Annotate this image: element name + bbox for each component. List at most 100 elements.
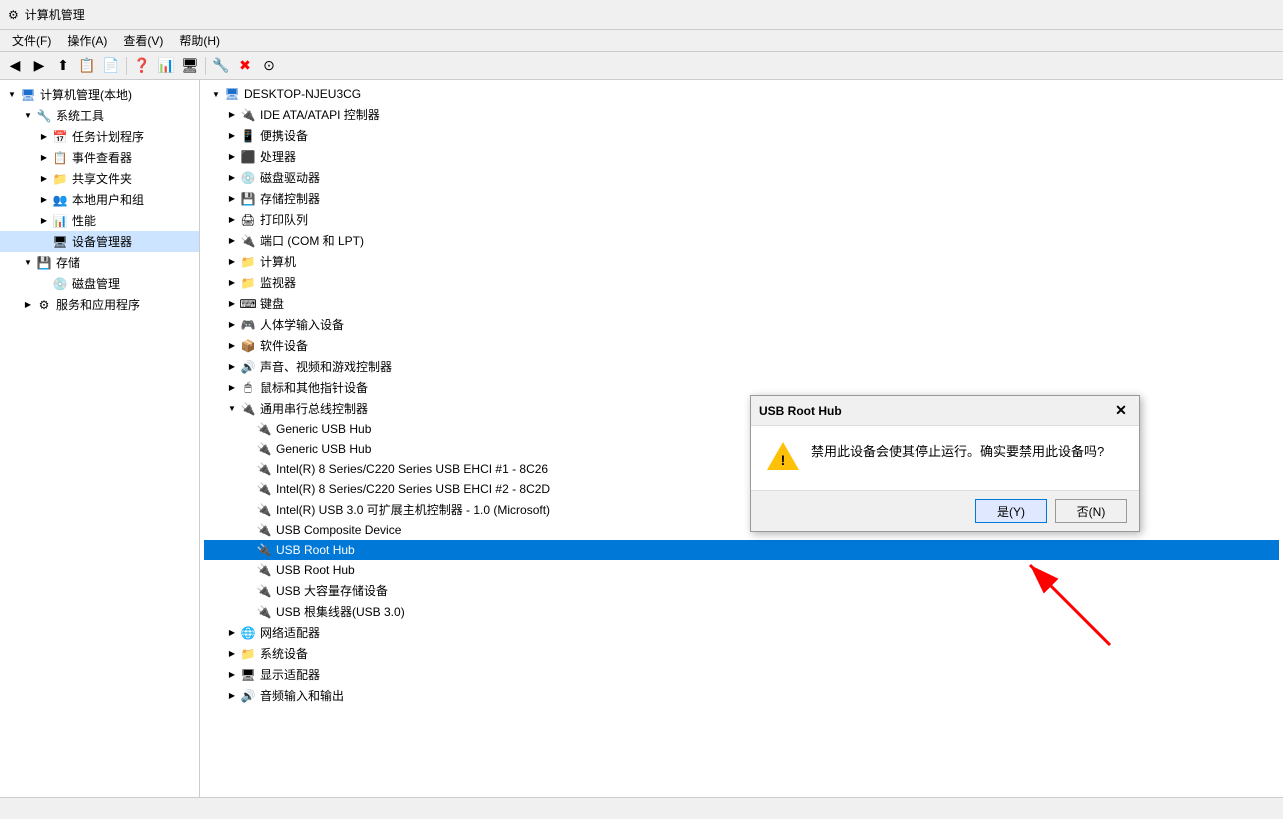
show-hide-button[interactable]: 📋: [76, 55, 98, 77]
dialog-no-button[interactable]: 否(N): [1055, 499, 1127, 523]
devmgr-icon: 🖥: [52, 234, 68, 250]
tree-system-dev[interactable]: 📁 系统设备: [204, 643, 1279, 664]
tree-audio-io[interactable]: 🔊 音频输入和输出: [204, 685, 1279, 706]
tree-monitor[interactable]: 📁 监视器: [204, 272, 1279, 293]
sidebar-item-system-tools[interactable]: 🔧 系统工具: [0, 105, 199, 126]
dialog-message: 禁用此设备会使其停止运行。确实要禁用此设备吗?: [811, 442, 1123, 463]
tree-sysdev-expand[interactable]: [224, 646, 240, 662]
tree-portable[interactable]: 📱 便携设备: [204, 125, 1279, 146]
tree-usb30root-label: USB 根集线器(USB 3.0): [276, 603, 405, 620]
menu-action[interactable]: 操作(A): [59, 30, 115, 51]
dialog-yes-button[interactable]: 是(Y): [975, 499, 1047, 523]
tree-ehci1-label: Intel(R) 8 Series/C220 Series USB EHCI #…: [276, 462, 548, 476]
sidebar-item-services[interactable]: ⚙ 服务和应用程序: [0, 294, 199, 315]
tree-root[interactable]: 🖥 DESKTOP-NJEU3CG: [204, 84, 1279, 104]
tree-ide-expand[interactable]: [224, 107, 240, 123]
tree-display[interactable]: 🖥 显示适配器: [204, 664, 1279, 685]
tree-cpu-expand[interactable]: [224, 149, 240, 165]
tree-disk-expand[interactable]: [224, 170, 240, 186]
tree-keyboard-expand[interactable]: [224, 296, 240, 312]
tree-computer-expand[interactable]: [224, 254, 240, 270]
tree-audio[interactable]: 🔊 声音、视频和游戏控制器: [204, 356, 1279, 377]
tree-disk-icon: 💿: [240, 170, 256, 186]
title-bar-text: 计算机管理: [25, 6, 85, 23]
sidebar-label-users: 本地用户和组: [72, 191, 144, 208]
tree-software-expand[interactable]: [224, 338, 240, 354]
tree-hid-expand[interactable]: [224, 317, 240, 333]
menu-file[interactable]: 文件(F): [4, 30, 59, 51]
expand-users[interactable]: [36, 192, 52, 208]
sidebar-item-shared[interactable]: 📁 共享文件夹: [0, 168, 199, 189]
tree-storage-expand[interactable]: [224, 191, 240, 207]
expand-services[interactable]: [20, 297, 36, 313]
tree-usb30-root[interactable]: 🔌 USB 根集线器(USB 3.0): [204, 601, 1279, 622]
tree-audio-expand[interactable]: [224, 359, 240, 375]
sidebar-item-devmgr[interactable]: 🖥 设备管理器: [0, 231, 199, 252]
users-icon: 👥: [52, 192, 68, 208]
run-button[interactable]: ⊙: [258, 55, 280, 77]
tree-cpu[interactable]: ⬛ 处理器: [204, 146, 1279, 167]
tool-button[interactable]: 🔧: [210, 55, 232, 77]
sidebar-item-disk[interactable]: 💿 磁盘管理: [0, 273, 199, 294]
computer-button[interactable]: 🖥: [179, 55, 201, 77]
tree-display-label: 显示适配器: [260, 666, 320, 683]
title-bar-icon: ⚙: [8, 8, 19, 22]
tree-computer[interactable]: 📁 计算机: [204, 251, 1279, 272]
tree-display-icon: 🖥: [240, 667, 256, 683]
tree-monitor-expand[interactable]: [224, 275, 240, 291]
tree-usb-root-2[interactable]: 🔌 USB Root Hub: [204, 560, 1279, 580]
tree-mouse-icon: 🖱: [240, 380, 256, 396]
sidebar-item-event[interactable]: 📋 事件查看器: [0, 147, 199, 168]
tree-display-expand[interactable]: [224, 667, 240, 683]
tree-audiio-expand[interactable]: [224, 688, 240, 704]
tree-usb-expand[interactable]: [224, 401, 240, 417]
tree-mass-storage[interactable]: 🔌 USB 大容量存储设备: [204, 580, 1279, 601]
sidebar-label-system: 系统工具: [56, 107, 104, 124]
tree-port-icon: 🔌: [240, 233, 256, 249]
dialog-body: ! 禁用此设备会使其停止运行。确实要禁用此设备吗?: [751, 426, 1139, 490]
tree-network-expand[interactable]: [224, 625, 240, 641]
tree-usb-root-1[interactable]: 🔌 USB Root Hub: [204, 540, 1279, 560]
sidebar-item-perf[interactable]: 📊 性能: [0, 210, 199, 231]
back-button[interactable]: ◀: [4, 55, 26, 77]
tree-hid[interactable]: 🎮 人体学输入设备: [204, 314, 1279, 335]
dialog-titlebar: USB Root Hub ✕: [751, 396, 1139, 426]
tree-mouse-expand[interactable]: [224, 380, 240, 396]
forward-button[interactable]: ▶: [28, 55, 50, 77]
tree-storage-ctrl[interactable]: 💾 存储控制器: [204, 188, 1279, 209]
sidebar-item-storage[interactable]: 💾 存储: [0, 252, 199, 273]
expand-task[interactable]: [36, 129, 52, 145]
properties-button[interactable]: 📊: [155, 55, 177, 77]
tree-print[interactable]: 🖨 打印队列: [204, 209, 1279, 230]
menu-view[interactable]: 查看(V): [115, 30, 171, 51]
warning-exclaim: !: [781, 452, 786, 468]
tree-port[interactable]: 🔌 端口 (COM 和 LPT): [204, 230, 1279, 251]
up-button[interactable]: ⬆: [52, 55, 74, 77]
help-button[interactable]: ❓: [131, 55, 153, 77]
expand-root[interactable]: [4, 87, 20, 103]
tree-ide[interactable]: 🔌 IDE ATA/ATAPI 控制器: [204, 104, 1279, 125]
tree-network[interactable]: 🌐 网络适配器: [204, 622, 1279, 643]
tree-portable-expand[interactable]: [224, 128, 240, 144]
tree-software[interactable]: 📦 软件设备: [204, 335, 1279, 356]
sidebar-item-task[interactable]: 📅 任务计划程序: [0, 126, 199, 147]
expand-perf[interactable]: [36, 213, 52, 229]
tree-audiio-icon: 🔊: [240, 688, 256, 704]
expand-shared[interactable]: [36, 171, 52, 187]
expand-system[interactable]: [20, 108, 36, 124]
tree-disk[interactable]: 💿 磁盘驱动器: [204, 167, 1279, 188]
delete-button[interactable]: ✖: [234, 55, 256, 77]
tree-root-expand[interactable]: [208, 86, 224, 102]
dialog-close-button[interactable]: ✕: [1111, 401, 1131, 421]
menu-help[interactable]: 帮助(H): [171, 30, 228, 51]
sidebar-item-users[interactable]: 👥 本地用户和组: [0, 189, 199, 210]
sidebar-item-root[interactable]: 🖥 计算机管理(本地): [0, 84, 199, 105]
expand-storage[interactable]: [20, 255, 36, 271]
tree-ide-icon: 🔌: [240, 107, 256, 123]
tree-print-expand[interactable]: [224, 212, 240, 228]
tree-keyboard[interactable]: ⌨ 键盘: [204, 293, 1279, 314]
expand-event[interactable]: [36, 150, 52, 166]
new-window-button[interactable]: 📄: [100, 55, 122, 77]
tree-port-expand[interactable]: [224, 233, 240, 249]
toolbar-separator-2: [205, 57, 206, 75]
